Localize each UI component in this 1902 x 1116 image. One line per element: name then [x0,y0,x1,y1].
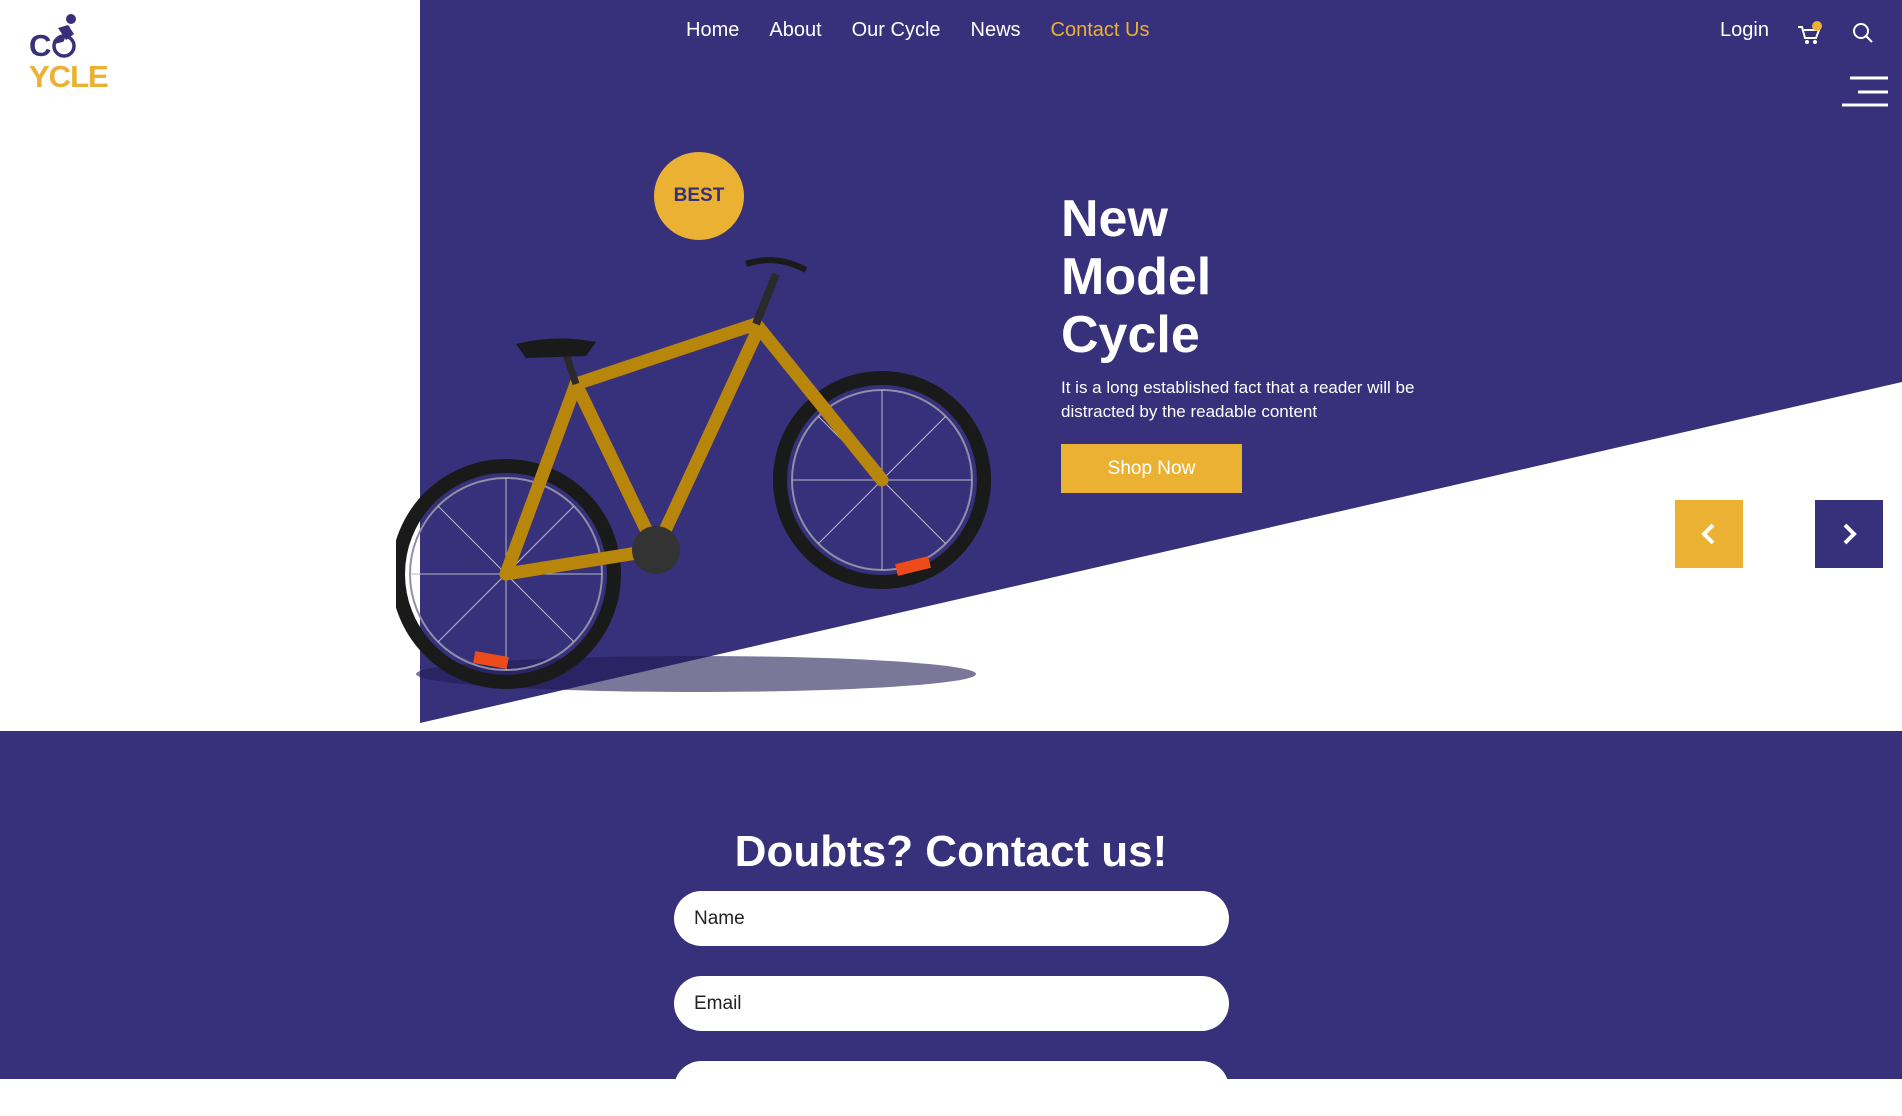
nav-news[interactable]: News [971,19,1021,42]
slider-next-button[interactable] [1815,500,1883,568]
email-input[interactable] [674,976,1229,1031]
shop-now-button[interactable]: Shop Now [1061,444,1242,493]
search-icon[interactable] [1852,22,1874,44]
hero-title: New Model Cycle [1061,190,1211,364]
contact-title: Doubts? Contact us! [734,827,1168,876]
login-link[interactable]: Login [1720,19,1769,42]
best-badge: BEST [654,152,744,240]
chevron-left-icon [1701,523,1715,545]
logo-text-rest: YCLE [29,59,109,94]
cart-icon[interactable] [1796,20,1824,46]
hero-title-line-3: Cycle [1061,306,1200,364]
nav-about[interactable]: About [769,19,821,42]
chevron-right-icon [1843,523,1857,545]
menu-icon[interactable] [1840,74,1888,110]
hero-title-line-2: Model [1061,248,1212,306]
logo-wordmark: CYCLE [29,30,144,92]
logo-wheel-o [50,32,78,58]
hero-description: It is a long established fact that a rea… [1061,378,1415,421]
brand-logo[interactable]: CYCLE [14,6,144,92]
hero-title-line-1: New [1061,190,1168,248]
logo-text-c: C [29,28,51,63]
message-input[interactable] [674,1061,1229,1116]
name-input[interactable] [674,891,1229,946]
slider-prev-button[interactable] [1675,500,1743,568]
bicycle-image [396,257,991,692]
nav-contact-us[interactable]: Contact Us [1051,19,1150,42]
nav-home[interactable]: Home [686,19,739,42]
main-nav: Home About Our Cycle News Contact Us [686,19,1179,42]
nav-our-cycle[interactable]: Our Cycle [852,19,941,42]
contact-section: Doubts? Contact us! [0,731,1902,1116]
